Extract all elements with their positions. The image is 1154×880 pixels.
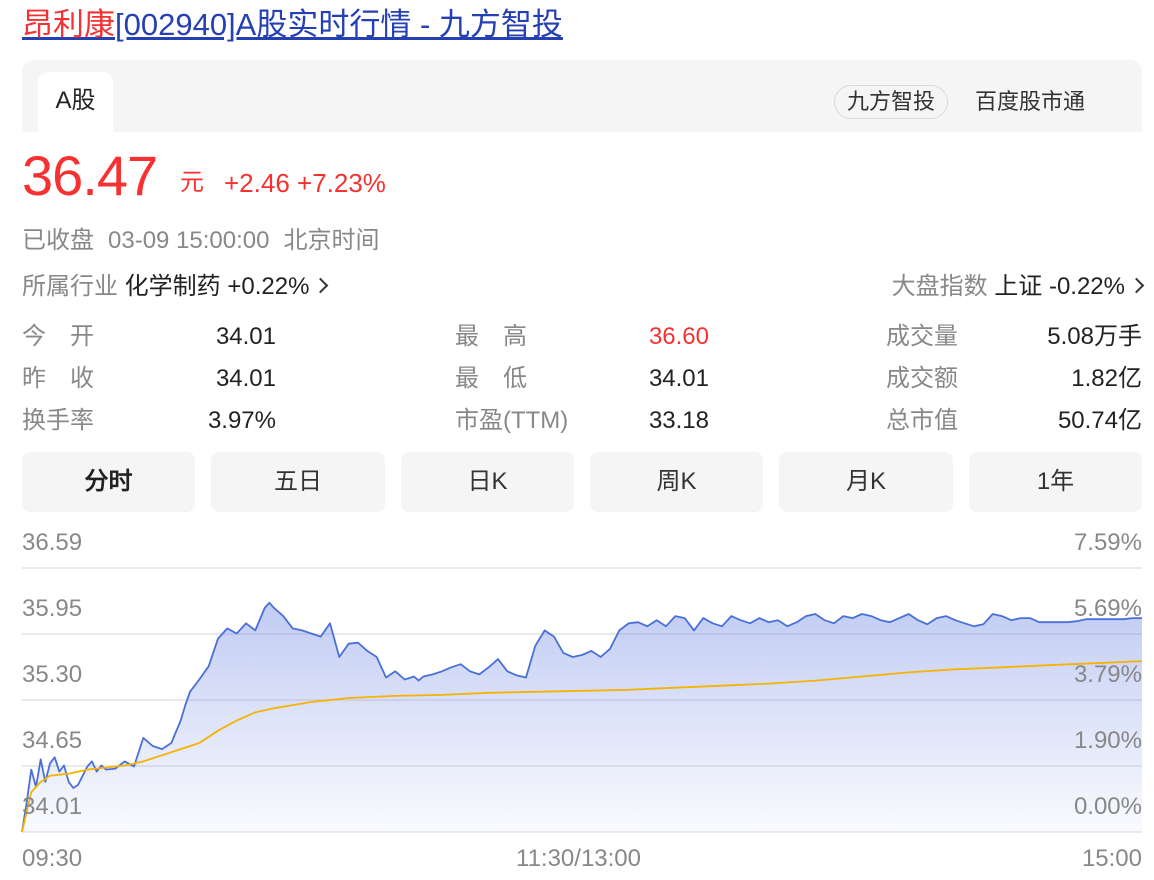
y-left-tick: 34.01 (22, 793, 83, 820)
x-tick: 11:30/13:00 (516, 845, 642, 872)
y-right-tick: 7.59% (1073, 529, 1142, 556)
x-tick: 15:00 (1081, 845, 1142, 872)
y-left-tick: 36.59 (22, 529, 83, 556)
y-right-tick: 1.90% (1073, 727, 1142, 754)
y-right-tick: 0.00% (1073, 793, 1142, 820)
y-left-tick: 34.65 (22, 727, 83, 754)
y-left-tick: 35.95 (22, 595, 83, 622)
x-tick: 09:30 (22, 845, 83, 872)
price-area (22, 602, 1142, 832)
y-left-tick: 35.30 (22, 661, 83, 688)
y-right-tick: 5.69% (1073, 595, 1142, 622)
intraday-chart[interactable] (0, 0, 1154, 880)
y-right-tick: 3.79% (1073, 661, 1142, 688)
